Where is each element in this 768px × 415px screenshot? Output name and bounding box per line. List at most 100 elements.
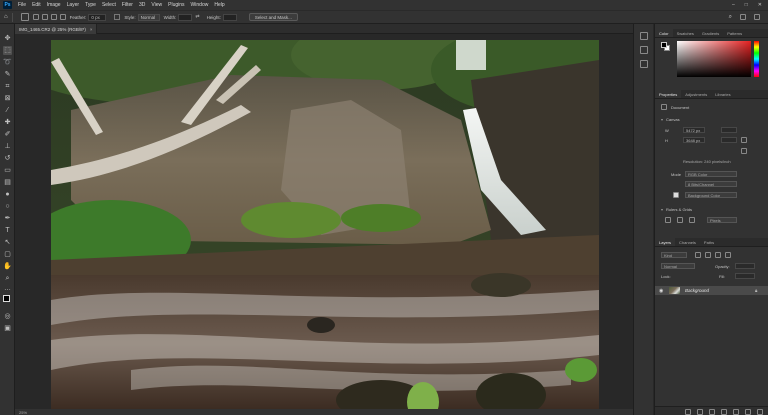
marquee-tool-icon[interactable]: ⬚ — [3, 46, 12, 55]
feather-input[interactable]: 0 px — [88, 13, 107, 21]
canvas-image[interactable] — [51, 40, 599, 412]
link-layers-icon[interactable] — [685, 409, 691, 415]
menu-type[interactable]: Type — [82, 2, 99, 8]
foreground-color-chip[interactable] — [661, 42, 667, 48]
fill-select[interactable]: Background Color — [685, 192, 737, 198]
menu-select[interactable]: Select — [99, 2, 119, 8]
photoshop-logo[interactable]: Ps — [3, 1, 12, 9]
menu-3d[interactable]: 3D — [136, 2, 148, 8]
ruler-icon[interactable] — [665, 217, 671, 223]
color-picker-field[interactable] — [677, 41, 751, 77]
hue-slider[interactable] — [754, 41, 759, 77]
menu-file[interactable]: File — [15, 2, 29, 8]
fill-swatch[interactable] — [673, 192, 679, 198]
pen-tool-icon[interactable]: ✒ — [3, 214, 12, 223]
guides-icon[interactable] — [689, 217, 695, 223]
visibility-eye-icon[interactable]: ◉ — [659, 288, 663, 294]
quick-mask-icon[interactable]: ◎ — [3, 312, 12, 321]
blur-tool-icon[interactable]: ● — [3, 190, 12, 199]
menu-filter[interactable]: Filter — [119, 2, 136, 8]
menu-view[interactable]: View — [148, 2, 165, 8]
add-selection-icon[interactable] — [41, 14, 48, 20]
fill-input[interactable] — [735, 273, 755, 279]
anti-alias-checkbox[interactable] — [114, 14, 121, 20]
frame-tool-icon[interactable]: ⊠ — [3, 94, 12, 103]
zoom-readout[interactable]: 25% — [19, 410, 27, 415]
workspace-icon[interactable] — [740, 13, 746, 20]
tab-libraries[interactable]: Libraries — [711, 90, 734, 98]
filter-type-icon[interactable] — [715, 252, 721, 258]
tab-layers[interactable]: Layers — [655, 238, 676, 246]
menu-help[interactable]: Help — [211, 2, 227, 8]
type-tool-icon[interactable]: T — [3, 226, 12, 235]
units-select[interactable]: Pixels — [707, 217, 737, 223]
tab-paths[interactable]: Paths — [700, 238, 718, 246]
new-group-icon[interactable] — [733, 409, 739, 415]
add-mask-icon[interactable] — [709, 409, 715, 415]
rectangle-tool-icon[interactable]: ▢ — [3, 250, 12, 259]
layer-row[interactable]: ◉ Background 🔒︎ — [655, 286, 768, 295]
subtract-selection-icon[interactable] — [50, 14, 57, 20]
chevron-down-icon[interactable]: ▾ — [661, 117, 663, 122]
eraser-tool-icon[interactable]: ▭ — [3, 166, 12, 175]
bit-depth-select[interactable]: 8 Bits/Channel — [685, 181, 737, 187]
hand-tool-icon[interactable]: ✋ — [3, 262, 12, 271]
dodge-tool-icon[interactable]: ○ — [3, 202, 12, 211]
layer-filter-select[interactable]: Kind — [661, 252, 687, 258]
intersect-selection-icon[interactable] — [59, 14, 66, 20]
tab-color[interactable]: Color — [655, 29, 673, 37]
history-brush-tool-icon[interactable]: ↺ — [3, 154, 12, 163]
rectangular-marquee-icon[interactable] — [20, 13, 29, 21]
adjustments-panel-icon[interactable] — [640, 60, 648, 68]
new-adjustment-icon[interactable] — [721, 409, 727, 415]
new-selection-icon[interactable] — [32, 14, 39, 20]
document-tab[interactable]: IMG_1465.CR2 @ 25% (RGB/8*) × — [15, 24, 97, 34]
zoom-tool-icon[interactable]: ⌕ — [3, 274, 12, 283]
tab-adjustments[interactable]: Adjustments — [681, 90, 711, 98]
healing-brush-tool-icon[interactable]: ✚ — [3, 118, 12, 127]
mode-select[interactable]: RGB Color — [685, 171, 737, 177]
clone-stamp-tool-icon[interactable]: ⊥ — [3, 142, 12, 151]
blend-mode-select[interactable]: Normal — [661, 263, 695, 269]
canvas-y-field[interactable] — [721, 137, 737, 143]
layer-name[interactable]: Background — [685, 288, 709, 293]
menu-edit[interactable]: Edit — [29, 2, 44, 8]
filter-pixel-icon[interactable] — [695, 252, 701, 258]
swap-icon[interactable]: ⇄ — [195, 14, 199, 20]
maximize-icon[interactable]: □ — [745, 2, 748, 8]
width-input[interactable] — [178, 13, 193, 21]
minimize-icon[interactable]: – — [732, 2, 735, 8]
new-layer-icon[interactable] — [745, 409, 751, 415]
path-selection-tool-icon[interactable]: ↖ — [3, 238, 12, 247]
search-icon[interactable]: ⌕ — [729, 14, 732, 21]
filter-adjustment-icon[interactable] — [705, 252, 711, 258]
lasso-tool-icon[interactable]: ➰ — [3, 58, 12, 67]
brush-tool-icon[interactable]: ✐ — [3, 130, 12, 139]
home-icon[interactable]: ⌂ — [4, 14, 8, 20]
style-select[interactable]: Normal — [137, 13, 160, 21]
select-and-mask-button[interactable]: Select and Mask... — [248, 13, 298, 21]
trash-icon[interactable] — [757, 409, 763, 415]
height-input[interactable] — [222, 13, 237, 21]
eyedropper-tool-icon[interactable]: ⁄ — [3, 106, 12, 115]
opacity-input[interactable] — [735, 263, 755, 269]
canvas-size-icon[interactable] — [741, 148, 747, 154]
share-icon[interactable] — [754, 13, 760, 20]
more-tools-icon[interactable]: … — [3, 284, 12, 293]
history-panel-icon[interactable] — [640, 32, 648, 40]
filter-shape-icon[interactable] — [725, 252, 731, 258]
menu-image[interactable]: Image — [44, 2, 64, 8]
orientation-icon[interactable] — [741, 137, 747, 143]
tab-properties[interactable]: Properties — [655, 90, 682, 98]
tab-gradients[interactable]: Gradients — [698, 29, 723, 37]
tab-patterns[interactable]: Patterns — [723, 29, 746, 37]
foreground-color-swatch[interactable] — [3, 295, 10, 302]
brush-settings-icon[interactable] — [640, 46, 648, 54]
crop-tool-icon[interactable]: ⌗ — [3, 82, 12, 91]
grid-icon[interactable] — [677, 217, 683, 223]
canvas-height-field[interactable]: 3648 px — [683, 137, 705, 143]
quick-select-tool-icon[interactable]: ✎ — [3, 70, 12, 79]
gradient-tool-icon[interactable]: ▤ — [3, 178, 12, 187]
close-tab-icon[interactable]: × — [90, 27, 93, 32]
screen-mode-icon[interactable]: ▣ — [3, 324, 12, 333]
